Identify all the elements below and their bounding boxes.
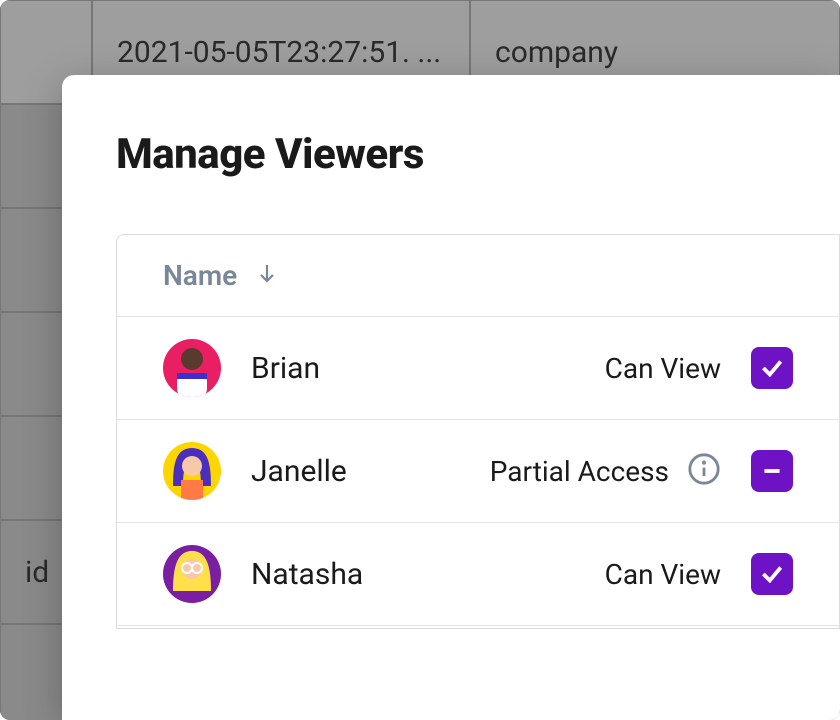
viewers-list: Name Brian Can View — [116, 234, 840, 629]
manage-viewers-modal: Manage Viewers Name Brian — [62, 75, 840, 720]
access-checkbox[interactable] — [751, 553, 793, 595]
access-checkbox[interactable] — [751, 450, 793, 492]
info-icon[interactable] — [687, 452, 721, 490]
check-icon — [759, 355, 785, 381]
check-icon — [759, 561, 785, 587]
viewer-row: Janelle Partial Access — [117, 419, 839, 522]
viewer-status: Can View — [605, 558, 721, 591]
minus-icon — [759, 458, 785, 484]
viewer-status: Partial Access — [490, 455, 669, 488]
viewer-name: Brian — [251, 351, 575, 386]
viewer-name: Natasha — [251, 557, 575, 592]
viewer-row: Natasha Can View — [117, 522, 839, 625]
access-checkbox[interactable] — [751, 347, 793, 389]
avatar — [163, 339, 221, 397]
viewer-status: Can View — [605, 352, 721, 385]
avatar — [163, 442, 221, 500]
viewer-row: Brian Can View — [117, 316, 839, 419]
modal-title: Manage Viewers — [116, 130, 840, 179]
sort-descending-icon — [255, 259, 279, 292]
avatar — [163, 545, 221, 603]
viewer-name: Janelle — [251, 454, 460, 489]
column-header-name[interactable]: Name — [117, 235, 839, 316]
column-header-name-label: Name — [163, 259, 237, 292]
